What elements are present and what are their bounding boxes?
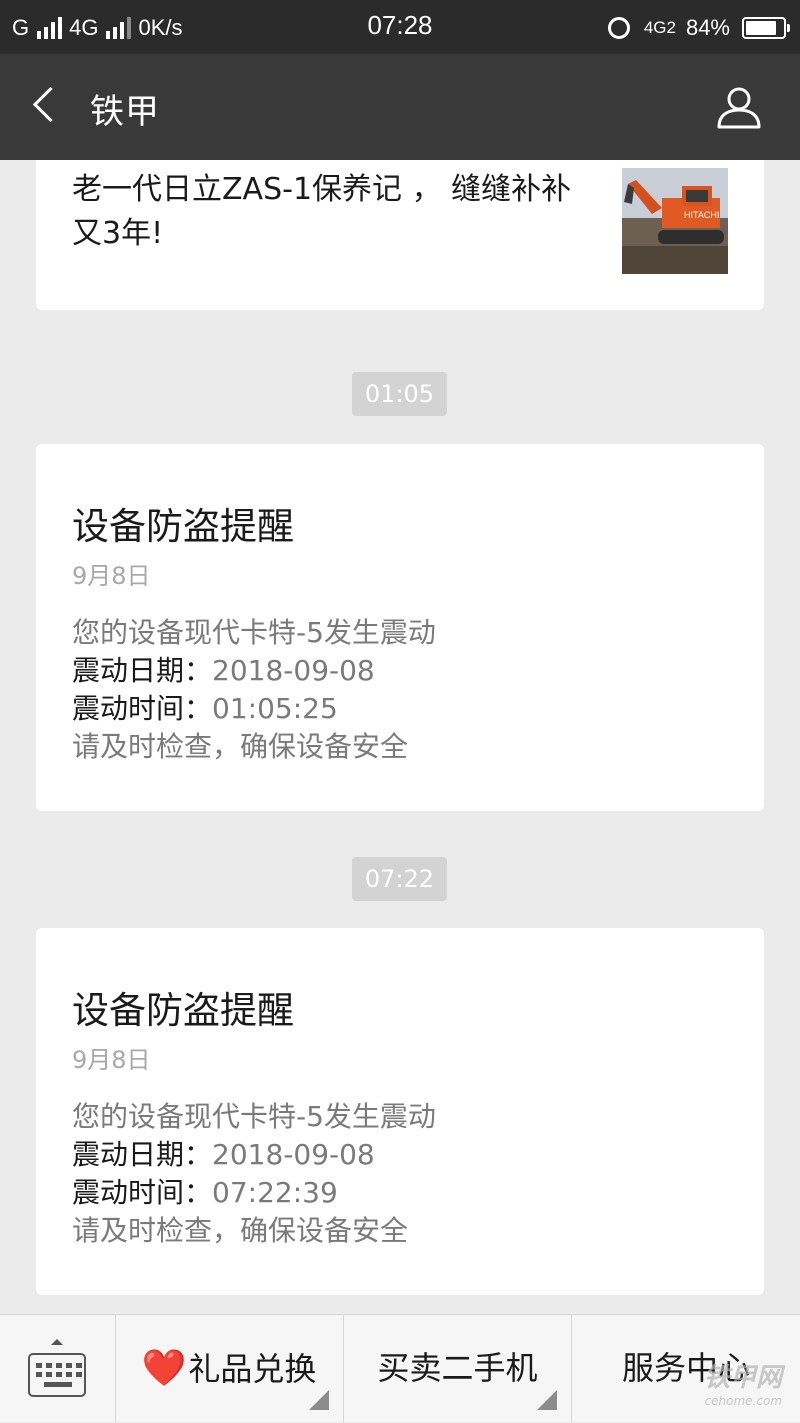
page-title: 铁甲: [90, 92, 160, 132]
message-date: 9月8日: [72, 562, 151, 590]
excavator-image[interactable]: HITACHI: [622, 168, 728, 274]
message-line: 您的设备现代卡特-5发生震动: [72, 616, 436, 649]
alarm-icon: [607, 17, 630, 39]
message-card[interactable]: 设备防盗提醒 9月8日 您的设备现代卡特-5发生震动 震动日期：2018-09-…: [36, 928, 764, 1295]
vibration-date-value: 2018-09-08: [212, 1138, 375, 1171]
battery-icon: [742, 17, 790, 39]
watermark-logo: 铁甲网 cehome.com: [703, 1363, 782, 1408]
battery-percent: 84%: [685, 15, 730, 40]
vibration-time-row: 震动时间：01:05:25: [72, 690, 436, 728]
message-line: 请及时检查，确保设备安全: [72, 1214, 409, 1247]
svg-text:HITACHI: HITACHI: [684, 210, 719, 220]
user-icon: [717, 87, 761, 129]
nav-bar: 铁甲: [0, 54, 800, 160]
menu-used-machines[interactable]: 买卖二手机: [344, 1315, 572, 1422]
network-badge: 4G2: [643, 18, 676, 37]
vibration-time-value: 07:22:39: [212, 1176, 338, 1209]
message-card[interactable]: 设备防盗提醒 9月8日 您的设备现代卡特-5发生震动 震动日期：2018-09-…: [36, 444, 764, 811]
message-list[interactable]: 老一代日立ZAS-1保养记 ， 缝缝补补又3年! HITACHI 01:05 设…: [0, 160, 800, 1314]
keyboard-toggle-button[interactable]: [0, 1315, 116, 1422]
vibration-date-value: 2018-09-08: [212, 654, 375, 687]
message-title: 设备防盗提醒: [72, 989, 294, 1032]
heart-icon: ❤️: [141, 1348, 187, 1389]
chevron-up-icon: [51, 1339, 63, 1345]
vibration-time-value: 01:05:25: [212, 692, 338, 725]
time-chip: 01:05: [352, 372, 447, 416]
vibration-time-label: 震动时间：: [72, 692, 213, 725]
menu-gift-exchange[interactable]: ❤️礼品兑换: [115, 1315, 344, 1422]
message-title: 设备防盗提醒: [72, 505, 294, 548]
time-chip: 07:22: [352, 857, 447, 901]
vibration-date-row: 震动日期：2018-09-08: [72, 652, 436, 690]
menu-label: 买卖二手机: [377, 1349, 538, 1387]
vibration-date-label: 震动日期：: [72, 1138, 213, 1171]
vibration-date-row: 震动日期：2018-09-08: [72, 1136, 436, 1174]
article-title[interactable]: 老一代日立ZAS-1保养记 ， 缝缝补补又3年!: [72, 168, 592, 256]
back-button[interactable]: [28, 88, 64, 124]
message-line: 请及时检查，确保设备安全: [72, 730, 409, 763]
vibration-date-label: 震动日期：: [72, 654, 213, 687]
message-body: 您的设备现代卡特-5发生震动 震动日期：2018-09-08 震动时间：01:0…: [72, 614, 436, 766]
vibration-time-label: 震动时间：: [72, 1176, 213, 1209]
message-date: 9月8日: [72, 1046, 151, 1074]
article-card[interactable]: 老一代日立ZAS-1保养记 ， 缝缝补补又3年! HITACHI: [36, 160, 764, 310]
keyboard-icon: [28, 1353, 86, 1397]
profile-button[interactable]: [716, 84, 762, 130]
submenu-corner-icon: [537, 1390, 557, 1410]
submenu-corner-icon: [309, 1390, 329, 1410]
menu-label: 礼品兑换: [188, 1350, 317, 1388]
bottom-menu: ❤️礼品兑换 买卖二手机 服务中心 铁甲网 cehome.com: [0, 1314, 800, 1422]
message-body: 您的设备现代卡特-5发生震动 震动日期：2018-09-08 震动时间：07:2…: [72, 1098, 436, 1250]
vibration-time-row: 震动时间：07:22:39: [72, 1174, 436, 1212]
status-bar: G 4G 0K/s 07:28 4G2 84%: [0, 0, 800, 54]
status-right: 4G2 84%: [607, 12, 790, 44]
message-line: 您的设备现代卡特-5发生震动: [72, 1100, 436, 1133]
